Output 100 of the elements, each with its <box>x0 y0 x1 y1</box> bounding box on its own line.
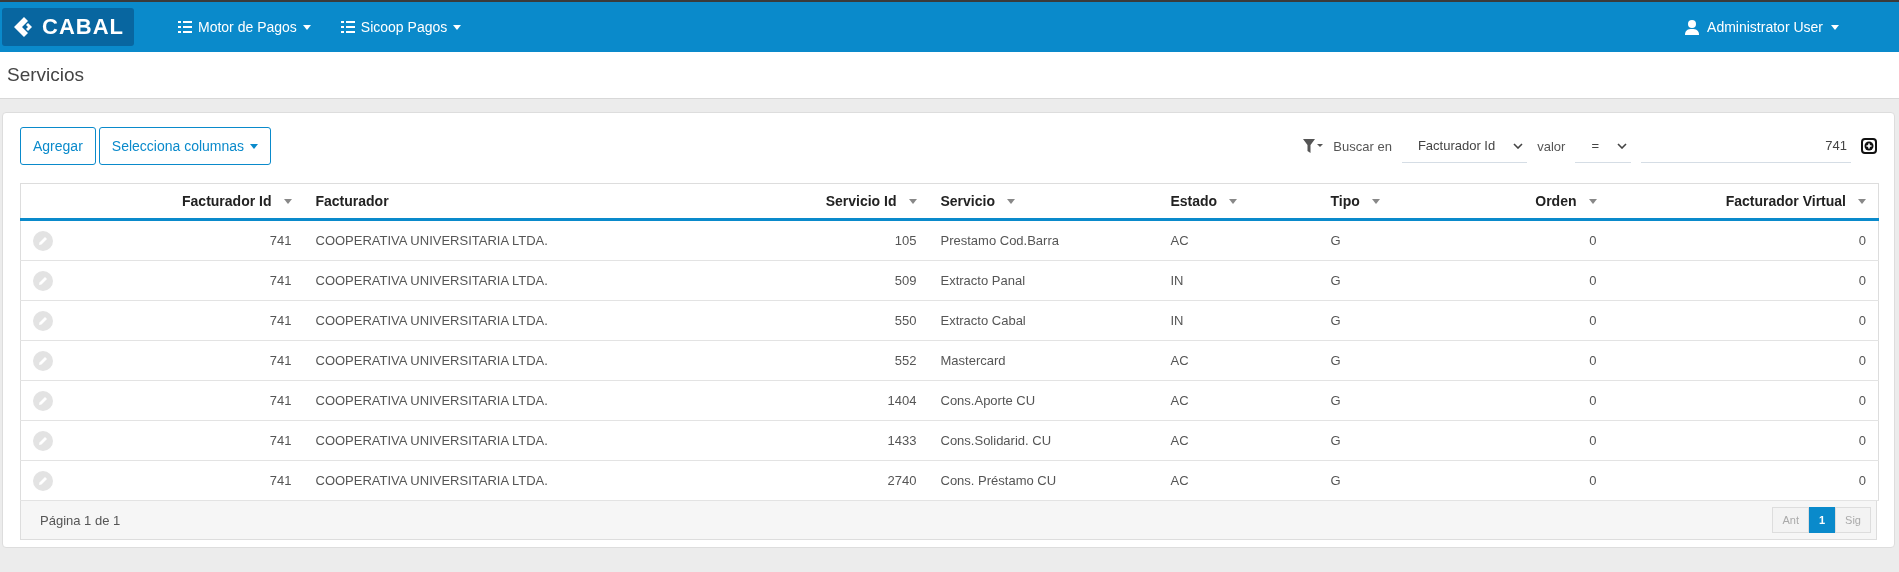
table-cell: IN <box>1170 313 1184 328</box>
sort-caret-icon <box>908 198 917 204</box>
nav-menu[interactable]: Motor de Pagos <box>178 19 311 35</box>
caret-icon <box>250 143 259 149</box>
column-header[interactable]: Estado <box>1170 193 1238 209</box>
edit-button[interactable] <box>33 430 53 451</box>
column-header[interactable]: Orden <box>1535 193 1597 209</box>
table-cell: 105 <box>894 233 917 248</box>
pencil-icon <box>38 395 48 406</box>
table-cell: 2740 <box>887 473 917 488</box>
table-cell: 0 <box>1858 233 1866 248</box>
sort-caret-icon <box>1007 198 1015 204</box>
nav-menu[interactable]: Sicoop Pagos <box>340 19 462 35</box>
table-cell: Extracto Panal <box>940 273 1026 288</box>
table-cell: IN <box>1170 273 1184 288</box>
table-cell: Cons.Solidarid. CU <box>940 433 1052 448</box>
edit-button[interactable] <box>33 470 53 491</box>
brand-name: CABAL <box>42 14 124 40</box>
table-cell: 0 <box>1589 353 1597 368</box>
table-cell: Cons.Aporte CU <box>940 393 1036 408</box>
page-info: Página 1 de 1 <box>40 512 121 528</box>
table-cell: Prestamo Cod.Barra <box>940 233 1059 248</box>
column-header[interactable]: Facturador Id <box>182 193 292 209</box>
table-cell: Extracto Cabal <box>940 313 1026 328</box>
table-cell: 509 <box>894 273 917 288</box>
column-header[interactable]: Facturador <box>315 193 389 209</box>
table-cell: G <box>1330 473 1341 488</box>
column-header[interactable]: Servicio Id <box>825 193 917 209</box>
column-header[interactable]: Facturador Virtual <box>1725 193 1866 209</box>
table-cell: 0 <box>1858 353 1866 368</box>
table-cell: COOPERATIVA UNIVERSITARIA LTDA. <box>315 393 548 408</box>
chevron-icon <box>1617 142 1627 149</box>
table-cell: 0 <box>1589 433 1597 448</box>
table-cell: 0 <box>1589 313 1597 328</box>
table-cell: AC <box>1170 393 1189 408</box>
table-cell: COOPERATIVA UNIVERSITARIA LTDA. <box>315 473 548 488</box>
table-cell: G <box>1330 433 1341 448</box>
table-cell: 0 <box>1858 473 1866 488</box>
pencil-icon <box>38 275 48 286</box>
pencil-icon <box>38 355 48 366</box>
table-cell: AC <box>1170 233 1189 248</box>
table-cell: COOPERATIVA UNIVERSITARIA LTDA. <box>315 233 548 248</box>
table-cell: 0 <box>1589 473 1597 488</box>
table-cell: 1433 <box>887 433 917 448</box>
edit-button[interactable] <box>33 350 53 371</box>
page-title: Servicios <box>7 64 85 86</box>
chevron-icon <box>1513 142 1524 149</box>
table-cell: 741 <box>269 313 292 328</box>
field-select[interactable]: Facturador Id <box>1401 129 1528 163</box>
edit-button[interactable] <box>33 230 53 251</box>
table-cell: AC <box>1170 353 1189 368</box>
table-cell: COOPERATIVA UNIVERSITARIA LTDA. <box>315 313 548 328</box>
table-cell: 0 <box>1858 393 1866 408</box>
filter-icon[interactable] <box>1303 139 1324 153</box>
table-cell: 550 <box>894 313 917 328</box>
table-cell: 0 <box>1589 233 1597 248</box>
column-header[interactable]: Tipo <box>1330 193 1380 209</box>
table-cell: 741 <box>269 433 292 448</box>
edit-button[interactable] <box>33 270 53 291</box>
brand-logo[interactable]: CABAL <box>2 8 134 46</box>
list-icon <box>178 21 192 33</box>
sort-caret-icon <box>283 198 292 204</box>
table-cell: 741 <box>269 473 292 488</box>
table-cell: 0 <box>1858 273 1866 288</box>
edit-button[interactable] <box>33 390 53 411</box>
table-cell: Mastercard <box>940 353 1006 368</box>
user-menu[interactable]: Administrator User <box>1685 19 1839 35</box>
table-cell: G <box>1330 353 1341 368</box>
table-cell: 741 <box>269 353 292 368</box>
table-cell: 741 <box>269 393 292 408</box>
table-cell: 0 <box>1589 393 1597 408</box>
table-cell: G <box>1330 273 1341 288</box>
table-cell: 741 <box>269 273 292 288</box>
add-filter-icon[interactable] <box>1861 138 1877 154</box>
value-field[interactable]: 741 <box>1641 129 1851 163</box>
user-icon <box>1685 19 1700 35</box>
add-button[interactable]: Agregar <box>20 127 96 165</box>
table-cell: COOPERATIVA UNIVERSITARIA LTDA. <box>315 353 548 368</box>
value-label: valor <box>1537 138 1566 154</box>
table-cell: 552 <box>894 353 917 368</box>
pencil-icon <box>38 235 48 246</box>
table-cell: G <box>1330 313 1341 328</box>
list-icon <box>340 21 355 33</box>
table-cell: 0 <box>1858 313 1866 328</box>
operator-select[interactable]: = <box>1575 129 1631 163</box>
sort-caret-icon <box>1371 198 1380 204</box>
dropdown-button[interactable]: Selecciona columnas <box>98 127 272 165</box>
edit-button[interactable] <box>33 310 53 331</box>
table-cell: AC <box>1170 473 1189 488</box>
caret-icon <box>302 24 311 30</box>
pencil-icon <box>38 315 48 326</box>
sort-caret-icon <box>1588 198 1597 204</box>
column-header[interactable]: Servicio <box>940 193 1015 209</box>
table-cell: G <box>1330 233 1341 248</box>
caret-icon <box>453 24 462 30</box>
search-label: Buscar en <box>1333 138 1392 154</box>
table-cell: 741 <box>269 233 292 248</box>
caret-icon <box>1831 24 1839 30</box>
page-button[interactable]: 1 <box>1808 507 1836 533</box>
table-cell: G <box>1330 393 1341 408</box>
